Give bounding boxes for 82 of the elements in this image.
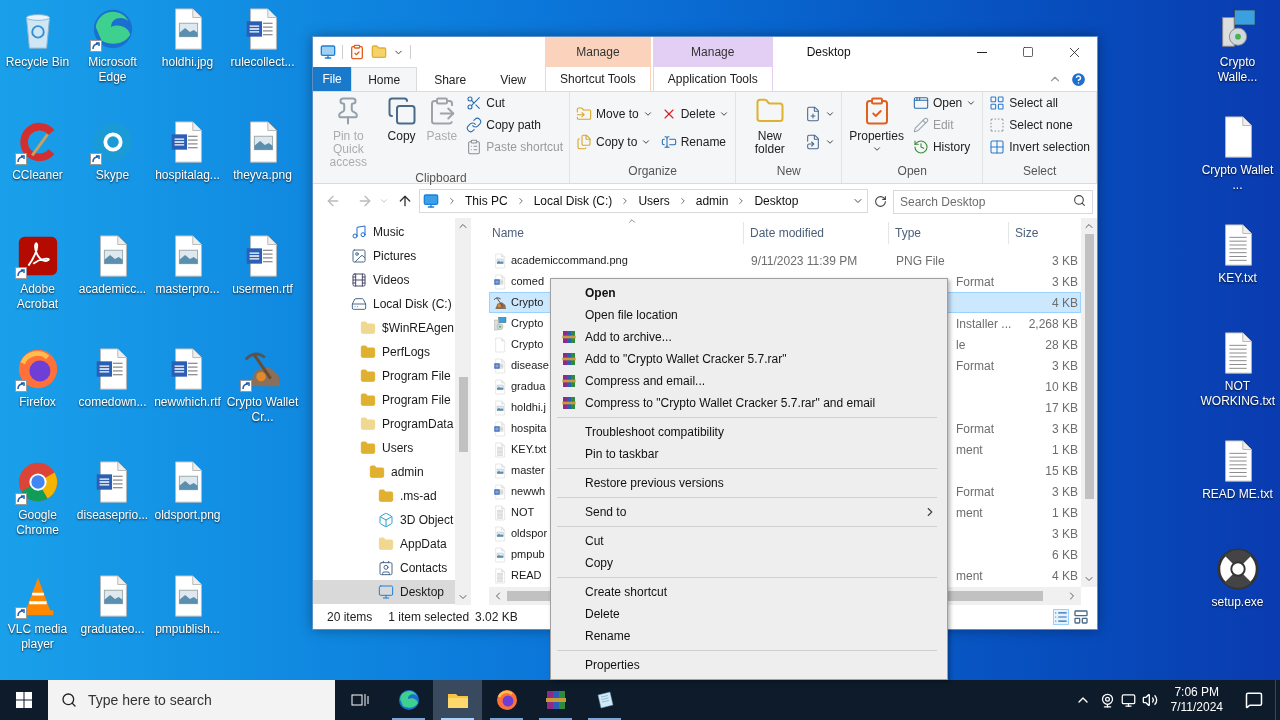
file-size: 4 KB bbox=[1051, 294, 1079, 312]
icon-label: newwhich.rtf bbox=[153, 395, 222, 410]
file-name: master bbox=[511, 463, 545, 479]
icon-label: masterpro... bbox=[154, 281, 221, 297]
context-tab-header: Manage bbox=[545, 37, 651, 67]
ribbon-group-label: Clipboard bbox=[414, 170, 468, 187]
file-type: PNG File bbox=[895, 252, 946, 270]
item-count: 20 items bbox=[327, 609, 373, 626]
icon-label: CCleaner bbox=[11, 168, 64, 184]
file-name: KEY.txt bbox=[511, 442, 547, 458]
ribbon-group-label: Select bbox=[1021, 163, 1058, 180]
icon-label: pmpublish... bbox=[154, 621, 221, 637]
file-size: 3 KB bbox=[1051, 252, 1079, 270]
file-name: hospita bbox=[511, 421, 547, 437]
file-name: Crypto bbox=[511, 316, 544, 332]
file-size: 2,268 KB bbox=[1027, 315, 1079, 333]
file-size: 3 KB bbox=[1051, 357, 1079, 375]
file-name: NOT bbox=[511, 505, 535, 521]
file-type: ment bbox=[956, 441, 984, 459]
file-type: Format bbox=[956, 420, 995, 438]
file-name: academiccommand.png bbox=[511, 253, 628, 269]
icon-label: Crypto Wallet ... bbox=[1200, 163, 1275, 193]
icon-label: KEY.txt bbox=[1217, 271, 1258, 286]
icon-label: Google Chrome bbox=[15, 508, 60, 539]
file-name: READ bbox=[511, 568, 542, 584]
window-title: Desktop bbox=[806, 44, 851, 61]
file-type: Format bbox=[956, 357, 995, 375]
file-size: 15 KB bbox=[1044, 462, 1079, 480]
icon-label: Firefox bbox=[18, 395, 57, 410]
file-size: 3 KB bbox=[1051, 273, 1079, 291]
file-name: pmpub bbox=[511, 547, 545, 563]
icon-label: Adobe Acrobat bbox=[15, 281, 60, 312]
selection-status: 1 item selected bbox=[388, 609, 470, 626]
file-size: 1 KB bbox=[1051, 504, 1079, 522]
icon-label: diseaseprio... bbox=[75, 508, 150, 524]
file-size: 3 KB bbox=[1051, 420, 1079, 438]
icon-label: hospitalag... bbox=[154, 168, 221, 184]
file-type: Installer ... bbox=[956, 315, 1010, 333]
file-name: newwh bbox=[511, 484, 546, 500]
file-name: gradua bbox=[511, 379, 546, 395]
file-date: 9/11/2023 11:39 PM bbox=[750, 252, 859, 270]
icon-label: comedown... bbox=[77, 395, 148, 410]
file-size: 10 KB bbox=[1044, 378, 1079, 396]
icon-label: theyva.png bbox=[232, 168, 293, 184]
icon-label: Skype bbox=[94, 168, 131, 184]
file-size: 28 KB bbox=[1044, 336, 1079, 354]
file-size: 3 KB bbox=[1051, 525, 1079, 543]
file-size: 3 KB bbox=[1051, 483, 1079, 501]
icon-label: Crypto Walle... bbox=[1216, 55, 1259, 85]
icon-label: setup.exe bbox=[1210, 595, 1265, 610]
file-name: holdhi.j bbox=[511, 400, 546, 416]
icon-label: Crypto Wallet Cr... bbox=[225, 395, 300, 425]
selection-size: 3.02 KB bbox=[475, 609, 518, 626]
icon-label: holdhi.jpg bbox=[160, 55, 215, 70]
icon-label: graduateo... bbox=[79, 621, 146, 637]
file-type: ment bbox=[956, 567, 984, 585]
context-tab-header: Manage bbox=[652, 37, 773, 67]
file-type: ment bbox=[956, 504, 984, 522]
icon-label: oldsport.png bbox=[153, 508, 222, 524]
icon-label: academicc... bbox=[77, 281, 148, 297]
file-size: 17 KB bbox=[1044, 399, 1079, 417]
icon-label: rulecollect... bbox=[229, 55, 296, 70]
file-size: 4 KB bbox=[1051, 567, 1079, 585]
icon-label: usermen.rtf bbox=[231, 281, 294, 297]
file-name: oldspor bbox=[511, 526, 548, 542]
ribbon-group-label: New bbox=[775, 163, 802, 180]
file-name: Crypto bbox=[511, 337, 544, 353]
icon-label: Microsoft Edge bbox=[87, 55, 138, 85]
ribbon-group-label: Organize bbox=[627, 163, 679, 180]
icon-label: Recycle Bin bbox=[4, 55, 71, 70]
file-name: comed bbox=[511, 274, 545, 290]
file-size: 6 KB bbox=[1051, 546, 1079, 564]
icon-label: NOT WORKING.txt bbox=[1200, 379, 1275, 409]
file-name: disease bbox=[511, 358, 549, 374]
file-name: Crypto bbox=[511, 295, 544, 311]
file-type: Format bbox=[956, 483, 995, 501]
file-size: 1 KB bbox=[1051, 441, 1079, 459]
ribbon-group-label: Open bbox=[896, 163, 928, 180]
file-type: le bbox=[956, 336, 967, 354]
icon-label: VLC media player bbox=[6, 621, 69, 652]
file-type: Format bbox=[956, 273, 995, 291]
icon-label: READ ME.txt bbox=[1201, 487, 1274, 502]
